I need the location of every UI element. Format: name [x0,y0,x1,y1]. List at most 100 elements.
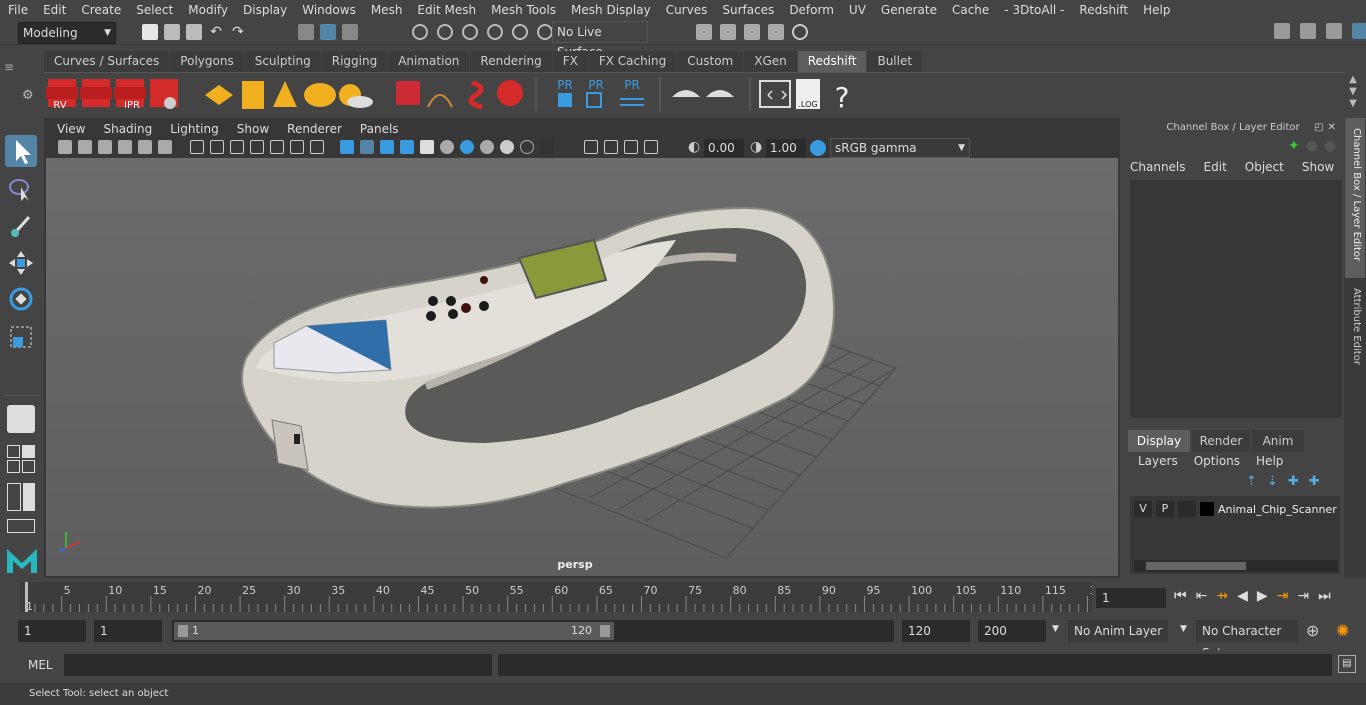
rs-log-icon[interactable]: .LOG [796,79,820,109]
xray-active-icon[interactable] [624,140,638,154]
new-layer-selected-icon[interactable]: ✚ [1309,474,1320,489]
grease-pencil-icon[interactable] [158,140,172,154]
hyper-icon[interactable]: ● [1324,138,1336,154]
animal-chip-scanner-model[interactable] [241,206,835,509]
layer-menu-item[interactable]: Options [1194,454,1240,468]
manipulator-icon[interactable]: ✦ [1288,138,1300,154]
menu-item[interactable]: Mesh Display [563,3,658,17]
rs-volume-icon[interactable] [427,94,453,108]
tab-channel-box[interactable]: Channel Box / Layer Editor [1345,118,1365,278]
go-to-end-icon[interactable]: ⏭ [1318,588,1331,604]
panel-menu-item[interactable]: View [48,120,94,138]
shelf-tab[interactable]: XGen [744,51,797,72]
redo-icon[interactable]: ↷ [230,24,246,40]
chevron-down-icon[interactable]: ▼ [1052,624,1059,634]
shelf-tab[interactable]: Animation [388,51,470,72]
snap-grid-icon[interactable] [412,24,428,40]
resolution-gate-icon[interactable] [230,140,244,154]
layer-tab[interactable]: Anim [1252,430,1304,452]
move-tool-icon[interactable] [5,247,37,279]
layer-tab[interactable]: Display [1128,430,1190,452]
layout-quad-icon[interactable] [7,445,35,473]
layout-single-icon[interactable] [7,405,35,433]
play-backwards-icon[interactable]: ◀ [1237,588,1248,604]
wireframe-icon[interactable] [340,140,354,154]
select-component-icon[interactable] [342,24,358,40]
speed-icon[interactable]: ● [1306,138,1318,154]
shelf-tab[interactable]: Bullet [867,51,923,72]
rs-spot-light-icon[interactable] [273,81,297,107]
layout-two-icon[interactable] [7,483,35,511]
redshift-settings-icon[interactable] [150,79,178,109]
channel-box-menu-item[interactable]: Channels [1130,160,1186,174]
wireframe-on-shaded-icon[interactable] [380,140,394,154]
menu-item[interactable]: Mesh Tools [483,3,563,17]
tabs-icon[interactable]: ≡ [4,60,18,74]
backface-cull-icon[interactable] [644,140,658,154]
tab-attribute-editor[interactable]: Attribute Editor [1345,280,1365,380]
ambient-occlusion-icon[interactable] [480,140,494,154]
mel-input[interactable] [64,654,492,676]
gate-mask-icon[interactable] [250,140,264,154]
menu-item[interactable]: Select [128,3,180,17]
rotate-tool-icon[interactable] [5,283,37,315]
menu-item[interactable]: File [0,3,35,17]
script-editor-icon[interactable]: ▤ [1338,655,1356,673]
shelf-tab[interactable]: Custom [677,51,744,72]
shelf-tab[interactable]: FX Caching [588,51,677,72]
menu-item[interactable]: Help [1135,3,1177,17]
shelf-tab[interactable]: Rendering [470,51,552,72]
step-back-frame-icon[interactable]: ⇸ [1216,588,1228,604]
channel-box-menu-item[interactable]: Edit [1204,160,1227,174]
redshift-render-icon[interactable] [80,79,112,107]
move-layer-down-icon[interactable]: ⇣ [1267,474,1278,489]
3d-viewport[interactable]: persp [46,158,1118,576]
select-tool-icon[interactable] [5,135,37,167]
rs-area-light-icon[interactable] [242,81,264,109]
snap-point-icon[interactable] [462,24,478,40]
paint-select-icon[interactable] [5,209,37,241]
panel-menu-item[interactable]: Show [228,120,278,138]
menu-item[interactable]: Mesh [363,3,410,17]
snap-projected-icon[interactable] [487,24,503,40]
textured-icon[interactable] [400,140,414,154]
float-panel-icon[interactable]: ◰ [1314,122,1323,133]
motion-blur-icon[interactable] [500,140,514,154]
exposure-field[interactable]: 0.00 [704,139,744,157]
step-forward-key-icon[interactable]: ⇥ [1297,588,1309,604]
select-hierarchy-icon[interactable] [298,24,314,40]
panel-menu-item[interactable]: Shading [94,120,161,138]
save-scene-icon[interactable] [186,24,202,40]
layer-row[interactable]: V P Animal_Chip_Scanner [1134,500,1338,518]
layer-scrollbar[interactable] [1134,560,1338,572]
rs-dome-light-icon[interactable] [304,83,336,107]
anim-end-field[interactable]: 200 [978,620,1046,642]
grid-icon[interactable] [190,140,204,154]
chevron-down-icon[interactable]: ▼ [1180,624,1187,634]
menu-item[interactable]: Redshift [1071,3,1135,17]
color-management-icon[interactable] [810,140,826,156]
chevron-down-icon[interactable]: ▼ [958,139,965,157]
panel-menu-item[interactable]: Panels [351,120,408,138]
close-icon[interactable]: ✕ [1327,122,1335,133]
layer-name[interactable]: Animal_Chip_Scanner [1218,503,1337,516]
rs-curve-icon[interactable] [468,80,484,110]
step-back-key-icon[interactable]: ⇤ [1196,588,1208,604]
bookmark-icon[interactable] [98,140,112,154]
field-chart-icon[interactable] [270,140,284,154]
menu-item[interactable]: Edit Mesh [409,3,483,17]
new-layer-icon[interactable]: ✚ [1288,474,1299,489]
open-scene-icon[interactable] [164,24,180,40]
menu-item[interactable]: Curves [658,3,715,17]
undo-icon[interactable]: ↶ [208,24,224,40]
menu-item[interactable]: Windows [294,3,363,17]
rs-pr-export-icon[interactable]: PR [586,78,604,108]
scale-tool-icon[interactable] [5,321,37,353]
go-to-start-icon[interactable]: ⏮ [1174,588,1187,604]
rs-sphere-icon[interactable] [497,80,523,106]
menu-item[interactable]: Display [235,3,294,17]
layer-menu-item[interactable]: Layers [1138,454,1178,468]
panel-menu-item[interactable]: Renderer [278,120,351,138]
redshift-ipr-icon[interactable]: IPR [114,79,146,111]
live-surface-field[interactable]: No Live Surface [552,21,648,59]
